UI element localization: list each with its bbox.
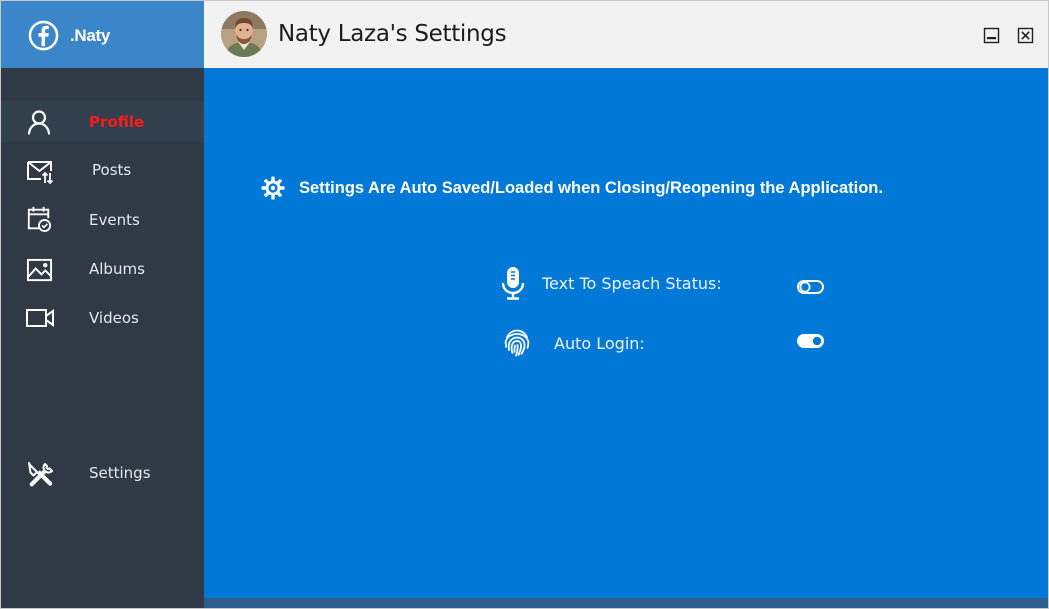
profile-avatar xyxy=(221,11,267,57)
sidebar: .Naty Profile Posts Events Albums Videos… xyxy=(1,1,204,608)
sidebar-item-label: Settings xyxy=(89,464,151,482)
sidebar-item-settings[interactable]: Settings xyxy=(1,452,204,493)
window-title: Naty Laza's Settings xyxy=(278,21,507,47)
sidebar-item-profile[interactable]: Profile xyxy=(1,101,204,142)
sidebar-item-label: Posts xyxy=(92,161,132,179)
setting-label-text-to-speech: Text To Speach Status: xyxy=(542,274,722,293)
tools-icon xyxy=(28,462,53,487)
text-to-speech-toggle[interactable] xyxy=(797,280,824,294)
sidebar-item-label: Profile xyxy=(89,113,145,131)
user-icon xyxy=(27,110,51,135)
app-window: .Naty Profile Posts Events Albums Videos… xyxy=(0,0,1049,609)
auto-login-toggle[interactable] xyxy=(797,334,824,348)
sidebar-item-posts[interactable]: Posts xyxy=(1,150,204,191)
fingerprint-icon xyxy=(504,329,530,357)
mail-icon xyxy=(27,161,54,185)
setting-label-auto-login: Auto Login: xyxy=(554,334,645,353)
minimize-button[interactable] xyxy=(983,27,1000,44)
settings-panel: Settings Are Auto Saved/Loaded when Clos… xyxy=(204,68,1048,608)
sidebar-item-label: Events xyxy=(89,211,140,229)
sidebar-item-videos[interactable]: Videos xyxy=(1,297,204,338)
image-icon xyxy=(26,258,53,282)
sidebar-item-albums[interactable]: Albums xyxy=(1,248,204,289)
setting-row-auto-login: Auto Login: xyxy=(500,326,830,360)
microphone-icon xyxy=(501,267,525,300)
sidebar-item-label: Videos xyxy=(89,309,139,327)
facebook-icon xyxy=(28,20,59,51)
brand-bar: .Naty xyxy=(1,1,204,68)
video-camera-icon xyxy=(26,309,54,327)
setting-row-text-to-speech: Text To Speach Status: xyxy=(500,266,830,300)
notice-text: Settings Are Auto Saved/Loaded when Clos… xyxy=(299,179,883,197)
calendar-check-icon xyxy=(27,206,52,232)
close-button[interactable] xyxy=(1017,27,1034,44)
title-bar: Naty Laza's Settings xyxy=(204,1,1048,68)
sidebar-item-events[interactable]: Events xyxy=(1,199,204,240)
gear-icon xyxy=(261,176,285,200)
sidebar-item-label: Albums xyxy=(89,260,145,278)
footer-strip xyxy=(204,598,1048,608)
brand-name: .Naty xyxy=(70,26,111,45)
